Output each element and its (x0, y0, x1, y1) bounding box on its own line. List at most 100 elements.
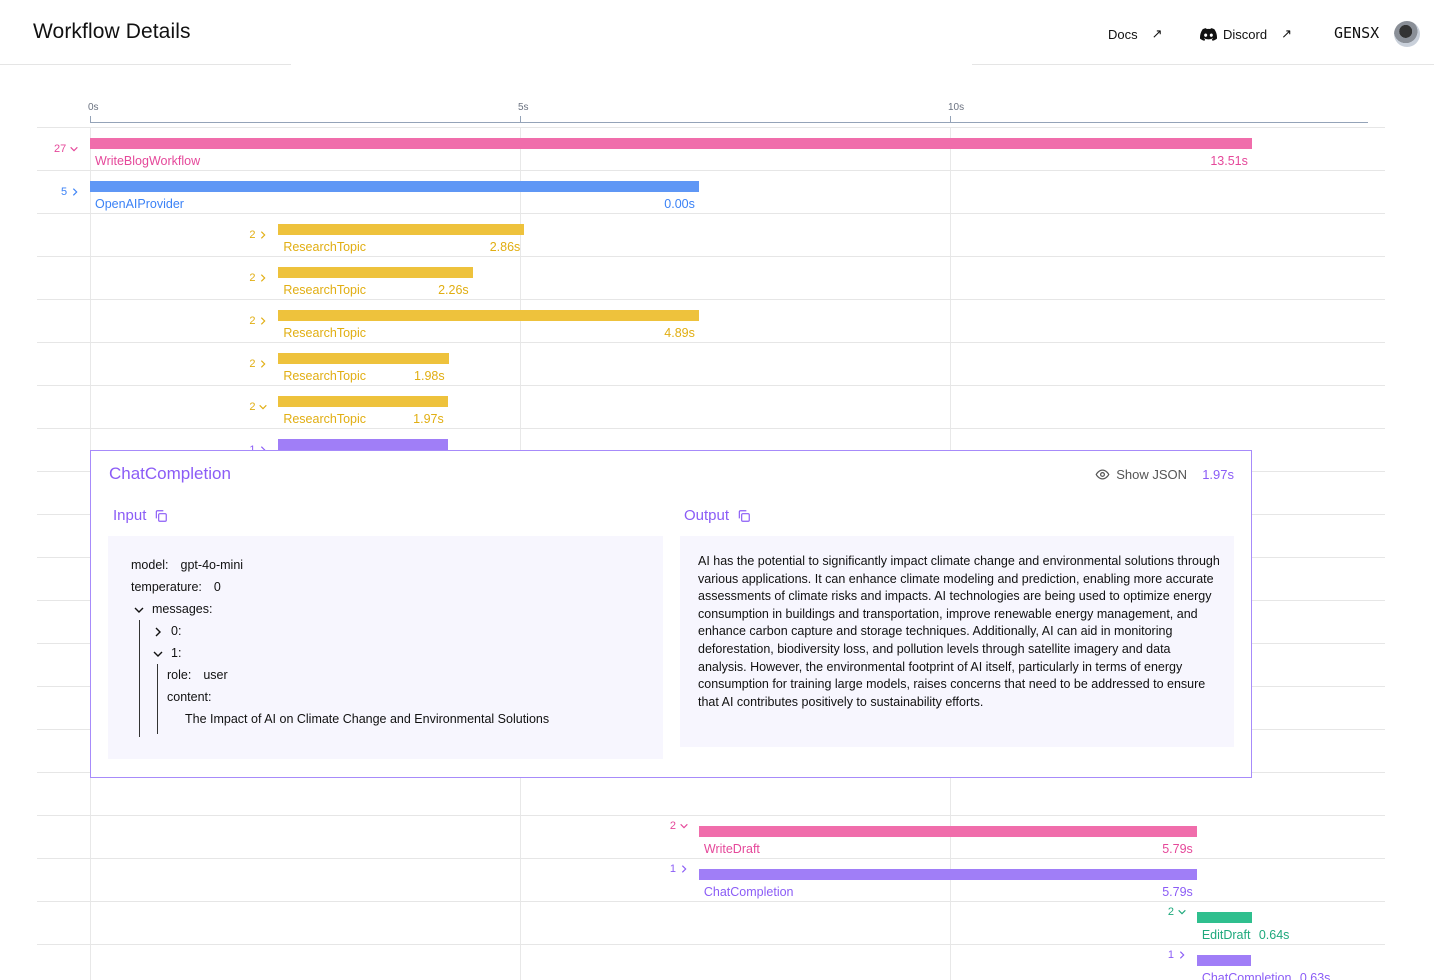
chevron-right-icon (73, 188, 78, 196)
header: Workflow Details Docs ↗ Discord ↗ GENSX (0, 0, 1452, 65)
span-duration: 0.00s (664, 197, 695, 211)
timeline-row[interactable]: 2 EditDraft 0.64s (0, 901, 1452, 944)
span-name: ChatCompletion (1201, 971, 1292, 980)
span-duration: 5.79s (1162, 842, 1193, 856)
detail-panel: ChatCompletion Show JSON 1.97s Input Out… (90, 450, 1252, 778)
expand-toggle[interactable]: 2 (249, 401, 268, 413)
time-axis (90, 122, 1368, 123)
span-name: ResearchTopic (283, 369, 367, 383)
span-duration: 0.63s (1299, 971, 1331, 980)
expand-toggle[interactable]: 1 (670, 863, 689, 875)
json-field-message-0: 0: (171, 624, 182, 638)
brand-name: GENSX (1334, 24, 1380, 42)
span-duration: 5.79s (1162, 885, 1193, 899)
chevron-down-icon[interactable] (133, 604, 145, 616)
child-count: 1 (669, 863, 676, 875)
tree-guide (157, 664, 158, 734)
show-json-button[interactable]: Show JSON (1095, 467, 1187, 482)
tree-guide (139, 620, 140, 737)
child-count: 2 (249, 315, 256, 327)
child-count: 2 (249, 358, 256, 370)
axis-tick-label: 0s (88, 102, 99, 113)
output-viewer: AI has the potential to significantly im… (680, 536, 1234, 747)
json-field-model: model: gpt-4o-mini (131, 558, 244, 572)
timeline-row[interactable]: 2 ResearchTopic 2.26s (0, 256, 1452, 299)
span-duration: 0.64s (1258, 928, 1290, 942)
page-title: Workflow Details (33, 20, 191, 43)
span-name: WriteBlogWorkflow (95, 154, 201, 168)
span-bar[interactable] (90, 138, 1252, 149)
timeline-row[interactable]: 2 ResearchTopic 2.86s (0, 213, 1452, 256)
span-bar[interactable] (698, 826, 1197, 837)
expand-toggle[interactable]: 2 (249, 272, 268, 284)
discord-label: Discord (1223, 26, 1268, 42)
axis-tick (950, 116, 951, 123)
span-bar[interactable] (278, 353, 449, 364)
timeline-row[interactable]: 2 ResearchTopic 1.98s (0, 342, 1452, 385)
expand-toggle[interactable]: 1 (1168, 949, 1187, 961)
span-name: EditDraft (1201, 928, 1251, 942)
show-json-label: Show JSON (1116, 467, 1187, 482)
discord-link[interactable]: Discord ↗ (1200, 26, 1292, 42)
span-name: ResearchTopic (283, 412, 367, 426)
chevron-down-icon[interactable] (152, 648, 164, 660)
output-label: Output (684, 507, 730, 524)
chevron-right-icon (681, 865, 687, 873)
detail-title: ChatCompletion (109, 464, 231, 483)
span-bar[interactable] (278, 396, 448, 407)
span-bar[interactable] (90, 181, 699, 192)
span-bar[interactable] (278, 224, 525, 235)
expand-toggle[interactable]: 2 (249, 315, 268, 327)
child-count: 2 (249, 229, 256, 241)
span-bar[interactable] (278, 310, 699, 321)
span-duration: 13.51s (1210, 154, 1248, 168)
axis-tick (90, 116, 91, 123)
chevron-down-icon (70, 146, 78, 152)
input-header: Input (113, 507, 168, 524)
child-count: 2 (249, 401, 256, 413)
span-name: ResearchTopic (283, 240, 367, 254)
span-bar[interactable] (698, 869, 1197, 880)
chevron-down-icon (680, 823, 688, 829)
span-duration: 2.86s (489, 240, 521, 254)
span-duration: 1.97s (413, 412, 444, 426)
header-divider (0, 64, 291, 65)
child-count: 2 (669, 820, 676, 832)
timeline-row[interactable]: 1 ChatCompletion 0.63s (0, 944, 1452, 980)
expand-toggle[interactable]: 2 (670, 820, 689, 832)
child-count: 2 (249, 272, 256, 284)
timeline-row[interactable]: 2 ResearchTopic 1.97s (0, 385, 1452, 428)
json-field-content: content: (167, 690, 212, 704)
expand-toggle[interactable]: 2 (249, 358, 268, 370)
span-name: ChatCompletion (703, 885, 794, 899)
span-name: ResearchTopic (283, 326, 367, 340)
copy-icon[interactable] (737, 509, 751, 523)
timeline-row[interactable]: 5 OpenAIProvider 0.00s (0, 170, 1452, 213)
axis-tick-label: 5s (518, 102, 529, 113)
span-name: ResearchTopic (283, 283, 367, 297)
span-name: OpenAIProvider (95, 197, 184, 211)
span-bar[interactable] (1196, 912, 1252, 923)
span-bar[interactable] (278, 267, 473, 278)
axis-tick (520, 116, 521, 123)
span-bar[interactable] (1196, 955, 1251, 966)
chevron-right-icon (261, 317, 266, 325)
timeline-row[interactable]: 1 ChatCompletion 5.79s (0, 858, 1452, 901)
input-json-viewer: model: gpt-4o-mini temperature: 0 messages… (108, 536, 663, 759)
timeline-row[interactable]: 27 WriteBlogWorkflow 13.51s (0, 127, 1452, 170)
expand-toggle[interactable]: 27 (54, 143, 79, 155)
copy-icon[interactable] (154, 509, 168, 523)
chevron-down-icon (1178, 909, 1186, 915)
avatar[interactable] (1394, 21, 1420, 47)
docs-link[interactable]: Docs ↗ (1108, 26, 1163, 42)
chevron-right-icon[interactable] (152, 626, 164, 638)
expand-toggle[interactable]: 2 (1168, 906, 1187, 918)
output-text: AI has the potential to significantly im… (698, 554, 1220, 709)
chevron-right-icon (261, 274, 266, 282)
json-field-content-value: The Impact of AI on Climate Change and E… (185, 712, 550, 726)
span-bar[interactable] (278, 439, 448, 450)
expand-toggle[interactable]: 2 (249, 229, 268, 241)
timeline-row[interactable]: 2 WriteDraft 5.79s (0, 815, 1452, 858)
expand-toggle[interactable]: 5 (61, 186, 80, 198)
timeline-row[interactable]: 2 ResearchTopic 4.89s (0, 299, 1452, 342)
